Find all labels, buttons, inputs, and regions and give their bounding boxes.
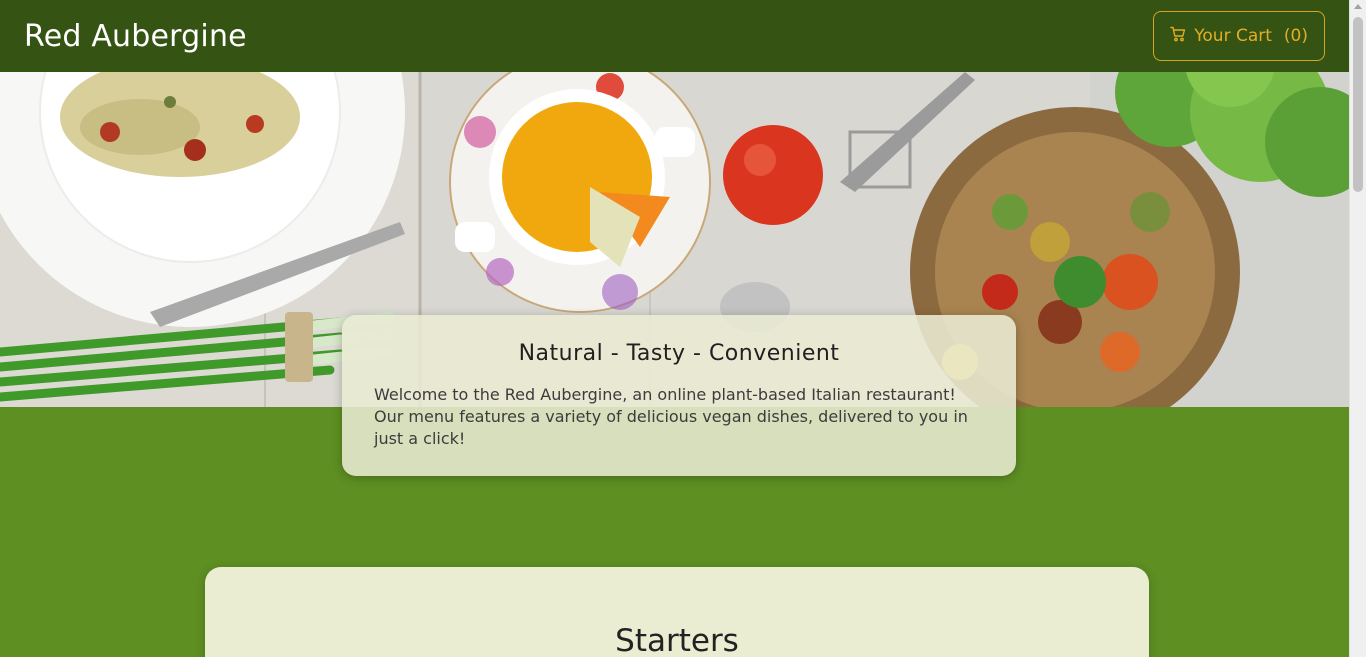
- brand-title: Red Aubergine: [24, 18, 247, 54]
- menu-section: Starters: [205, 567, 1149, 657]
- summary-text-line-1: Welcome to the Red Aubergine, an online …: [374, 385, 956, 404]
- summary-text-line-2: Our menu features a variety of delicious…: [374, 407, 968, 448]
- summary-card: Natural - Tasty - Convenient Welcome to …: [342, 315, 1016, 476]
- section-title-starters: Starters: [615, 623, 739, 657]
- cart-button[interactable]: Your Cart (0): [1153, 11, 1325, 61]
- scroll-up-icon[interactable]: [1354, 4, 1362, 9]
- cart-label: Your Cart: [1194, 26, 1272, 46]
- scroll-thumb[interactable]: [1353, 17, 1363, 192]
- summary-text: Welcome to the Red Aubergine, an online …: [374, 384, 984, 450]
- site-header: Red Aubergine Your Cart (0): [0, 0, 1349, 72]
- cart-count: (0): [1283, 26, 1308, 46]
- cart-icon: [1170, 26, 1186, 47]
- summary-heading: Natural - Tasty - Convenient: [518, 341, 840, 366]
- page-scrollbar[interactable]: [1349, 0, 1366, 657]
